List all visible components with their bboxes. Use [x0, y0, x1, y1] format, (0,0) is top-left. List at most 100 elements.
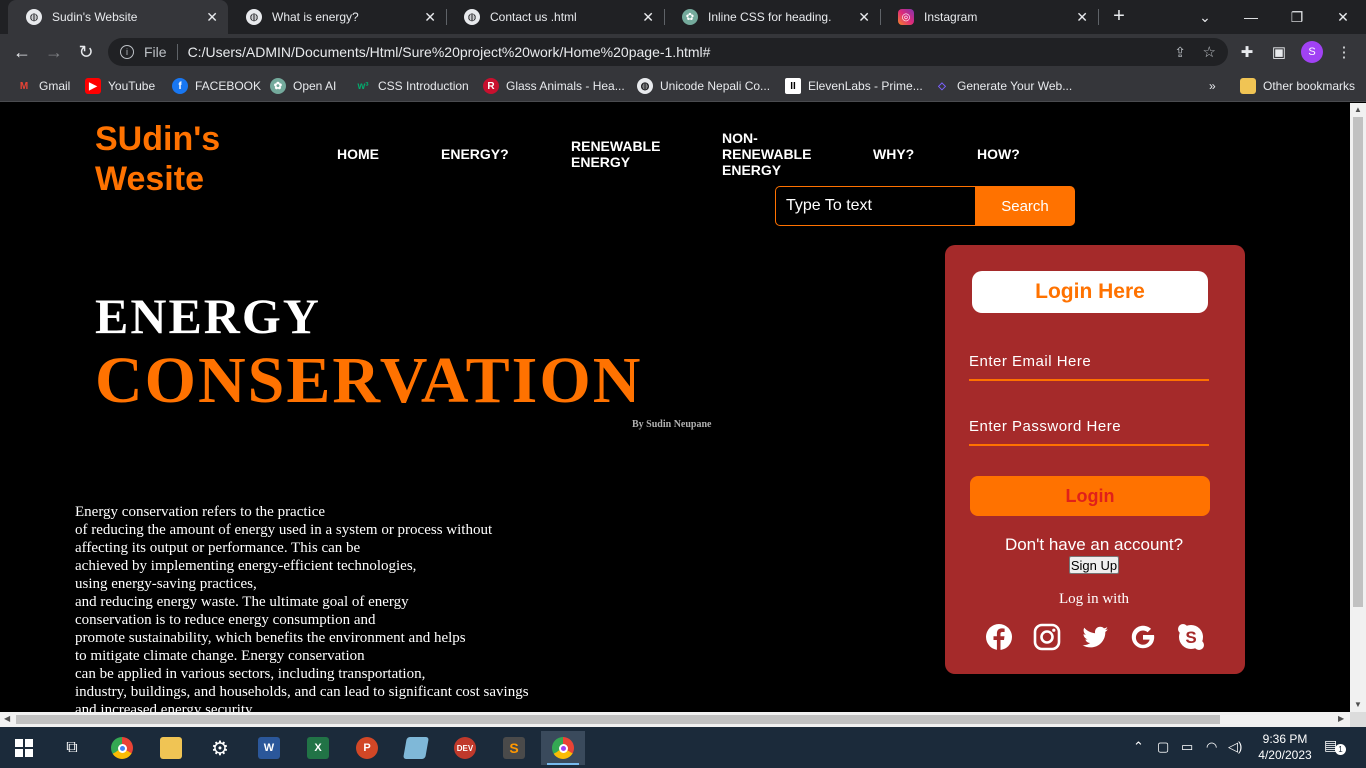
nav-renewable-energy[interactable]: RENEWABLE ENERGY — [571, 138, 660, 170]
scroll-up-icon[interactable]: ▲ — [1354, 105, 1362, 114]
scroll-thumb[interactable] — [16, 715, 1220, 724]
url-text[interactable]: C:/Users/ADMIN/Documents/Html/Sure%20pro… — [188, 44, 711, 60]
wifi-icon[interactable]: ◠ — [1206, 739, 1217, 755]
other-bookmarks[interactable]: Other bookmarks — [1240, 77, 1355, 95]
bookmark-unicode-nepali[interactable]: ◍ Unicode Nepali Co... — [637, 77, 770, 95]
scroll-right-icon[interactable]: ▶ — [1338, 714, 1344, 723]
menu-icon[interactable]: ⋮ — [1334, 42, 1354, 62]
side-panel-icon[interactable]: ▣ — [1269, 42, 1289, 62]
tab-instagram[interactable]: ◎ Instagram ✕ — [880, 0, 1098, 34]
tab-what-is-energy[interactable]: ◍ What is energy? ✕ — [228, 0, 446, 34]
paragraph-line: achieved by implementing energy-efficien… — [75, 558, 417, 574]
instagram-icon[interactable] — [1033, 623, 1061, 651]
bookmark-youtube[interactable]: ▶ YouTube — [85, 77, 155, 95]
email-field[interactable]: Enter Email Here — [969, 345, 1209, 381]
horizontal-scrollbar[interactable]: ◀ ▶ — [0, 712, 1350, 727]
scroll-left-icon[interactable]: ◀ — [4, 714, 10, 723]
bookmark-facebook[interactable]: f FACEBOOK — [172, 77, 261, 95]
taskbar-dev-cpp[interactable]: DEV — [443, 731, 487, 765]
taskbar-notes-app[interactable] — [394, 731, 438, 765]
nav-energy[interactable]: ENERGY? — [441, 146, 509, 162]
close-tab-icon[interactable]: ✕ — [1076, 9, 1088, 26]
browser-toolbar: ← → ↻ i File C:/Users/ADMIN/Documents/Ht… — [0, 34, 1366, 70]
password-field[interactable]: Enter Password Here — [969, 410, 1209, 446]
logo-line: SUdin's — [95, 120, 221, 158]
share-icon[interactable]: ⇪ — [1174, 44, 1186, 61]
system-clock[interactable]: 9:36 PM 4/20/2023 — [1252, 731, 1318, 763]
restore-button[interactable]: ❐ — [1274, 0, 1320, 34]
taskbar-word[interactable]: W — [247, 731, 291, 765]
search-button[interactable]: Search — [975, 186, 1075, 226]
bookmark-label: Unicode Nepali Co... — [660, 79, 771, 93]
volume-icon[interactable]: ◁) — [1228, 739, 1242, 755]
tab-search-icon[interactable]: ⌄ — [1182, 0, 1228, 34]
scheme-label: File — [144, 44, 167, 60]
new-tab-button[interactable]: + — [1108, 5, 1130, 27]
bookmark-generate-web[interactable]: ◇ Generate Your Web... — [934, 77, 1072, 95]
close-tab-icon[interactable]: ✕ — [642, 9, 654, 26]
bookmark-gmail[interactable]: M Gmail — [16, 77, 71, 95]
reload-icon[interactable]: ↻ — [74, 40, 98, 64]
google-icon[interactable] — [1129, 623, 1157, 651]
task-view-button[interactable]: ⧉ — [50, 731, 94, 765]
windows-logo-icon — [15, 739, 33, 757]
bookmark-label: Open AI — [293, 79, 337, 93]
bookmark-star-icon[interactable]: ☆ — [1203, 43, 1216, 61]
bookmark-label: Gmail — [39, 79, 71, 93]
hero-title-energy: ENERGY — [95, 288, 321, 344]
close-window-button[interactable]: ✕ — [1320, 0, 1366, 34]
globe-icon: ◍ — [464, 9, 480, 25]
facebook-icon[interactable] — [985, 623, 1013, 651]
close-tab-icon[interactable]: ✕ — [424, 9, 436, 26]
taskbar-settings[interactable]: ⚙ — [198, 731, 242, 765]
bookmark-css-introduction[interactable]: w³ CSS Introduction — [355, 77, 468, 95]
minimize-button[interactable]: — — [1228, 0, 1274, 34]
taskbar-excel[interactable]: X — [296, 731, 340, 765]
search-input[interactable]: Type To text — [775, 186, 975, 226]
site-info-icon[interactable]: i — [120, 45, 134, 59]
tab-inline-css[interactable]: ✿ Inline CSS for heading. ✕ — [664, 0, 880, 34]
vertical-scrollbar[interactable]: ▲ ▼ — [1350, 103, 1366, 712]
extensions-icon[interactable]: ✚ — [1237, 42, 1257, 62]
close-tab-icon[interactable]: ✕ — [206, 9, 218, 26]
nav-why[interactable]: WHY? — [873, 146, 914, 162]
sign-up-button[interactable]: Sign Up — [1069, 556, 1119, 574]
bookmark-open-ai[interactable]: ✿ Open AI — [270, 77, 336, 95]
login-button[interactable]: Login — [970, 476, 1210, 516]
scroll-down-icon[interactable]: ▼ — [1354, 700, 1362, 709]
author-byline: By Sudin Neupane — [632, 419, 712, 430]
chrome-icon — [552, 737, 574, 759]
start-button[interactable] — [2, 731, 46, 765]
taskbar-file-explorer[interactable] — [149, 731, 193, 765]
bookmarks-overflow-icon[interactable]: » — [1209, 77, 1216, 95]
tab-contact-us[interactable]: ◍ Contact us .html ✕ — [446, 0, 664, 34]
taskbar-powerpoint[interactable]: P — [345, 731, 389, 765]
gear-icon: ⚙ — [211, 737, 229, 760]
notification-center-icon[interactable]: ▤ 1 — [1324, 737, 1346, 755]
show-hidden-icons-icon[interactable]: ⌃ — [1133, 739, 1144, 755]
battery-icon[interactable]: ▭ — [1181, 739, 1193, 755]
taskbar-chrome-profile[interactable] — [541, 731, 585, 765]
taskbar-chrome[interactable] — [100, 731, 144, 765]
close-tab-icon[interactable]: ✕ — [858, 9, 870, 26]
page-viewport: SUdin's Wesite HOME ENERGY? RENEWABLE EN… — [0, 103, 1350, 712]
nav-how[interactable]: HOW? — [977, 146, 1020, 162]
twitter-icon[interactable] — [1081, 623, 1109, 651]
address-divider — [176, 44, 178, 60]
skype-icon[interactable]: S — [1177, 623, 1205, 651]
profile-avatar[interactable]: S — [1301, 41, 1323, 63]
taskbar-sublime-text[interactable]: S — [492, 731, 536, 765]
forward-icon[interactable]: → — [42, 40, 66, 64]
back-icon[interactable]: ← — [10, 40, 34, 64]
nav-non-renewable-energy[interactable]: NON- RENEWABLE ENERGY — [722, 130, 811, 178]
site-logo[interactable]: SUdin's Wesite — [95, 119, 220, 199]
meet-now-icon[interactable]: ▢ — [1157, 739, 1169, 755]
bookmark-elevenlabs[interactable]: II ElevenLabs - Prime... — [785, 77, 923, 95]
scroll-thumb[interactable] — [1353, 117, 1363, 607]
bookmark-glass-animals[interactable]: R Glass Animals - Hea... — [483, 77, 625, 95]
nav-label-line: RENEWABLE — [722, 146, 812, 162]
nav-home[interactable]: HOME — [337, 146, 379, 162]
tab-sudins-website[interactable]: ◍ Sudin's Website ✕ — [8, 0, 228, 34]
excel-icon: X — [307, 737, 329, 759]
address-bar[interactable]: i File C:/Users/ADMIN/Documents/Html/Sur… — [108, 38, 1228, 66]
